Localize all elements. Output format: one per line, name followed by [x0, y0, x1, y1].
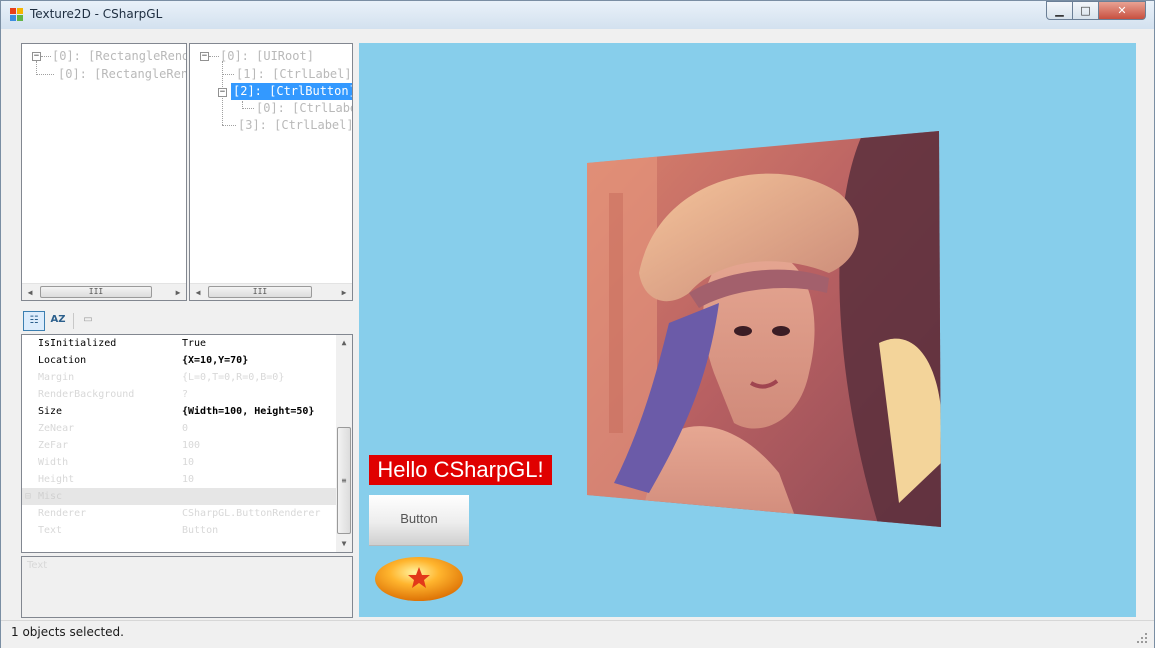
maximize-button[interactable]: □: [1072, 1, 1099, 20]
title-bar[interactable]: Texture2D - CSharpGL ▁ □ ✕: [1, 1, 1154, 29]
status-text: 1 objects selected.: [11, 625, 124, 639]
property-value[interactable]: {L=0,T=0,R=0,B=0}: [182, 369, 284, 386]
property-value[interactable]: {Width=100, Height=50}: [182, 403, 314, 420]
scroll-left-icon[interactable]: ◀: [190, 284, 206, 300]
property-name: Width: [38, 457, 69, 468]
property-name: Height: [38, 474, 75, 485]
property-value[interactable]: CSharpGL.ButtonRenderer: [182, 505, 320, 522]
textured-quad-image: [587, 131, 941, 527]
horizontal-scrollbar[interactable]: ◀ III ▶: [190, 283, 352, 300]
property-name: ZeNear: [38, 423, 75, 434]
main-window: Texture2D - CSharpGL ▁ □ ✕ − [0]: [Recta…: [0, 0, 1155, 648]
tree-node[interactable]: [1]: [CtrlLabel]: [236, 66, 352, 83]
property-category[interactable]: ⊟ Misc: [22, 488, 338, 505]
property-name: Margin: [38, 372, 75, 383]
collapse-icon[interactable]: −: [200, 52, 209, 61]
property-value[interactable]: 0: [182, 420, 188, 437]
categorized-icon[interactable]: ☷: [23, 311, 45, 331]
scroll-down-icon[interactable]: ▼: [336, 536, 352, 552]
toolbar-separator: [73, 313, 74, 329]
property-name: IsInitialized: [38, 338, 117, 349]
property-row[interactable]: IsInitialized True: [22, 335, 338, 352]
property-grid-toolbar: ☷ AZ ▭: [21, 309, 353, 333]
minimize-button[interactable]: ▁: [1046, 1, 1073, 20]
property-name: RenderBackground: [38, 389, 135, 400]
property-name: ZeFar: [38, 440, 69, 451]
scroll-left-icon[interactable]: ◀: [22, 284, 38, 300]
scroll-right-icon[interactable]: ▶: [170, 284, 186, 300]
scroll-thumb[interactable]: III: [40, 286, 152, 298]
property-row[interactable]: Renderer CSharpGL.ButtonRenderer: [22, 505, 338, 522]
description-title: Text: [27, 560, 48, 571]
property-row[interactable]: Location {X=10,Y=70}: [22, 352, 338, 369]
property-value[interactable]: 10: [182, 471, 194, 488]
property-description: Text: [21, 556, 353, 618]
property-row[interactable]: Text Button: [22, 522, 338, 539]
property-pages-icon[interactable]: ▭: [77, 311, 99, 331]
tree-node[interactable]: [0]: [CtrlLabel]: [256, 100, 352, 117]
category-name: Misc: [38, 491, 63, 502]
scroll-right-icon[interactable]: ▶: [336, 284, 352, 300]
property-grid[interactable]: IsInitialized True Location {X=10,Y=70} …: [21, 334, 353, 553]
close-button[interactable]: ✕: [1098, 1, 1146, 20]
tree-node[interactable]: [0]: [RectangleRenderer]: [52, 48, 186, 65]
property-value[interactable]: 10: [182, 454, 194, 471]
dragon-ball-icon[interactable]: [374, 556, 464, 603]
app-icon: [10, 8, 24, 21]
resize-grip-icon[interactable]: [1136, 632, 1148, 644]
tree-node[interactable]: [0]: [RectangleRenderer]: [58, 66, 186, 83]
ui-tree-panel[interactable]: − [0]: [UIRoot] [1]: [CtrlLabel] − [2]: …: [189, 43, 353, 301]
property-row[interactable]: ZeNear 0: [22, 420, 338, 437]
scroll-thumb[interactable]: III: [208, 286, 312, 298]
property-row[interactable]: ZeFar 100: [22, 437, 338, 454]
property-row[interactable]: Margin {L=0,T=0,R=0,B=0}: [22, 369, 338, 386]
tree-node[interactable]: [0]: [UIRoot]: [220, 48, 314, 65]
tree-node-selected[interactable]: [2]: [CtrlButton]: [231, 83, 352, 100]
collapse-icon[interactable]: −: [32, 52, 41, 61]
property-value[interactable]: 100: [182, 437, 200, 454]
property-value[interactable]: True: [182, 335, 206, 352]
tree-node[interactable]: [3]: [CtrlLabel]: [238, 117, 352, 134]
property-value[interactable]: {X=10,Y=70}: [182, 352, 248, 369]
status-bar: 1 objects selected.: [1, 620, 1154, 648]
hello-label: Hello CSharpGL!: [369, 455, 552, 485]
property-name: Size: [38, 406, 63, 417]
window-title: Texture2D - CSharpGL: [30, 7, 163, 21]
gl-button[interactable]: Button: [369, 495, 469, 545]
property-value[interactable]: ?: [182, 386, 188, 403]
property-name: Renderer: [38, 508, 87, 519]
vertical-scrollbar[interactable]: ▲ ≡ ▼: [336, 335, 352, 552]
property-value[interactable]: Button: [182, 522, 218, 539]
property-row[interactable]: Height 10: [22, 471, 338, 488]
scene-tree-panel[interactable]: − [0]: [RectangleRenderer] [0]: [Rectang…: [21, 43, 187, 301]
property-row[interactable]: Size {Width=100, Height=50}: [22, 403, 338, 420]
property-name: Text: [38, 525, 63, 536]
collapse-icon[interactable]: −: [218, 88, 227, 97]
alphabetical-icon[interactable]: AZ: [47, 311, 69, 331]
property-row[interactable]: Width 10: [22, 454, 338, 471]
property-name: Location: [38, 355, 87, 366]
scroll-thumb[interactable]: ≡: [337, 427, 351, 534]
collapse-icon[interactable]: ⊟: [25, 488, 31, 505]
opengl-canvas[interactable]: Hello CSharpGL! Button: [359, 43, 1136, 617]
scroll-up-icon[interactable]: ▲: [336, 335, 352, 351]
horizontal-scrollbar[interactable]: ◀ III ▶: [22, 283, 186, 300]
property-row[interactable]: RenderBackground ?: [22, 386, 338, 403]
